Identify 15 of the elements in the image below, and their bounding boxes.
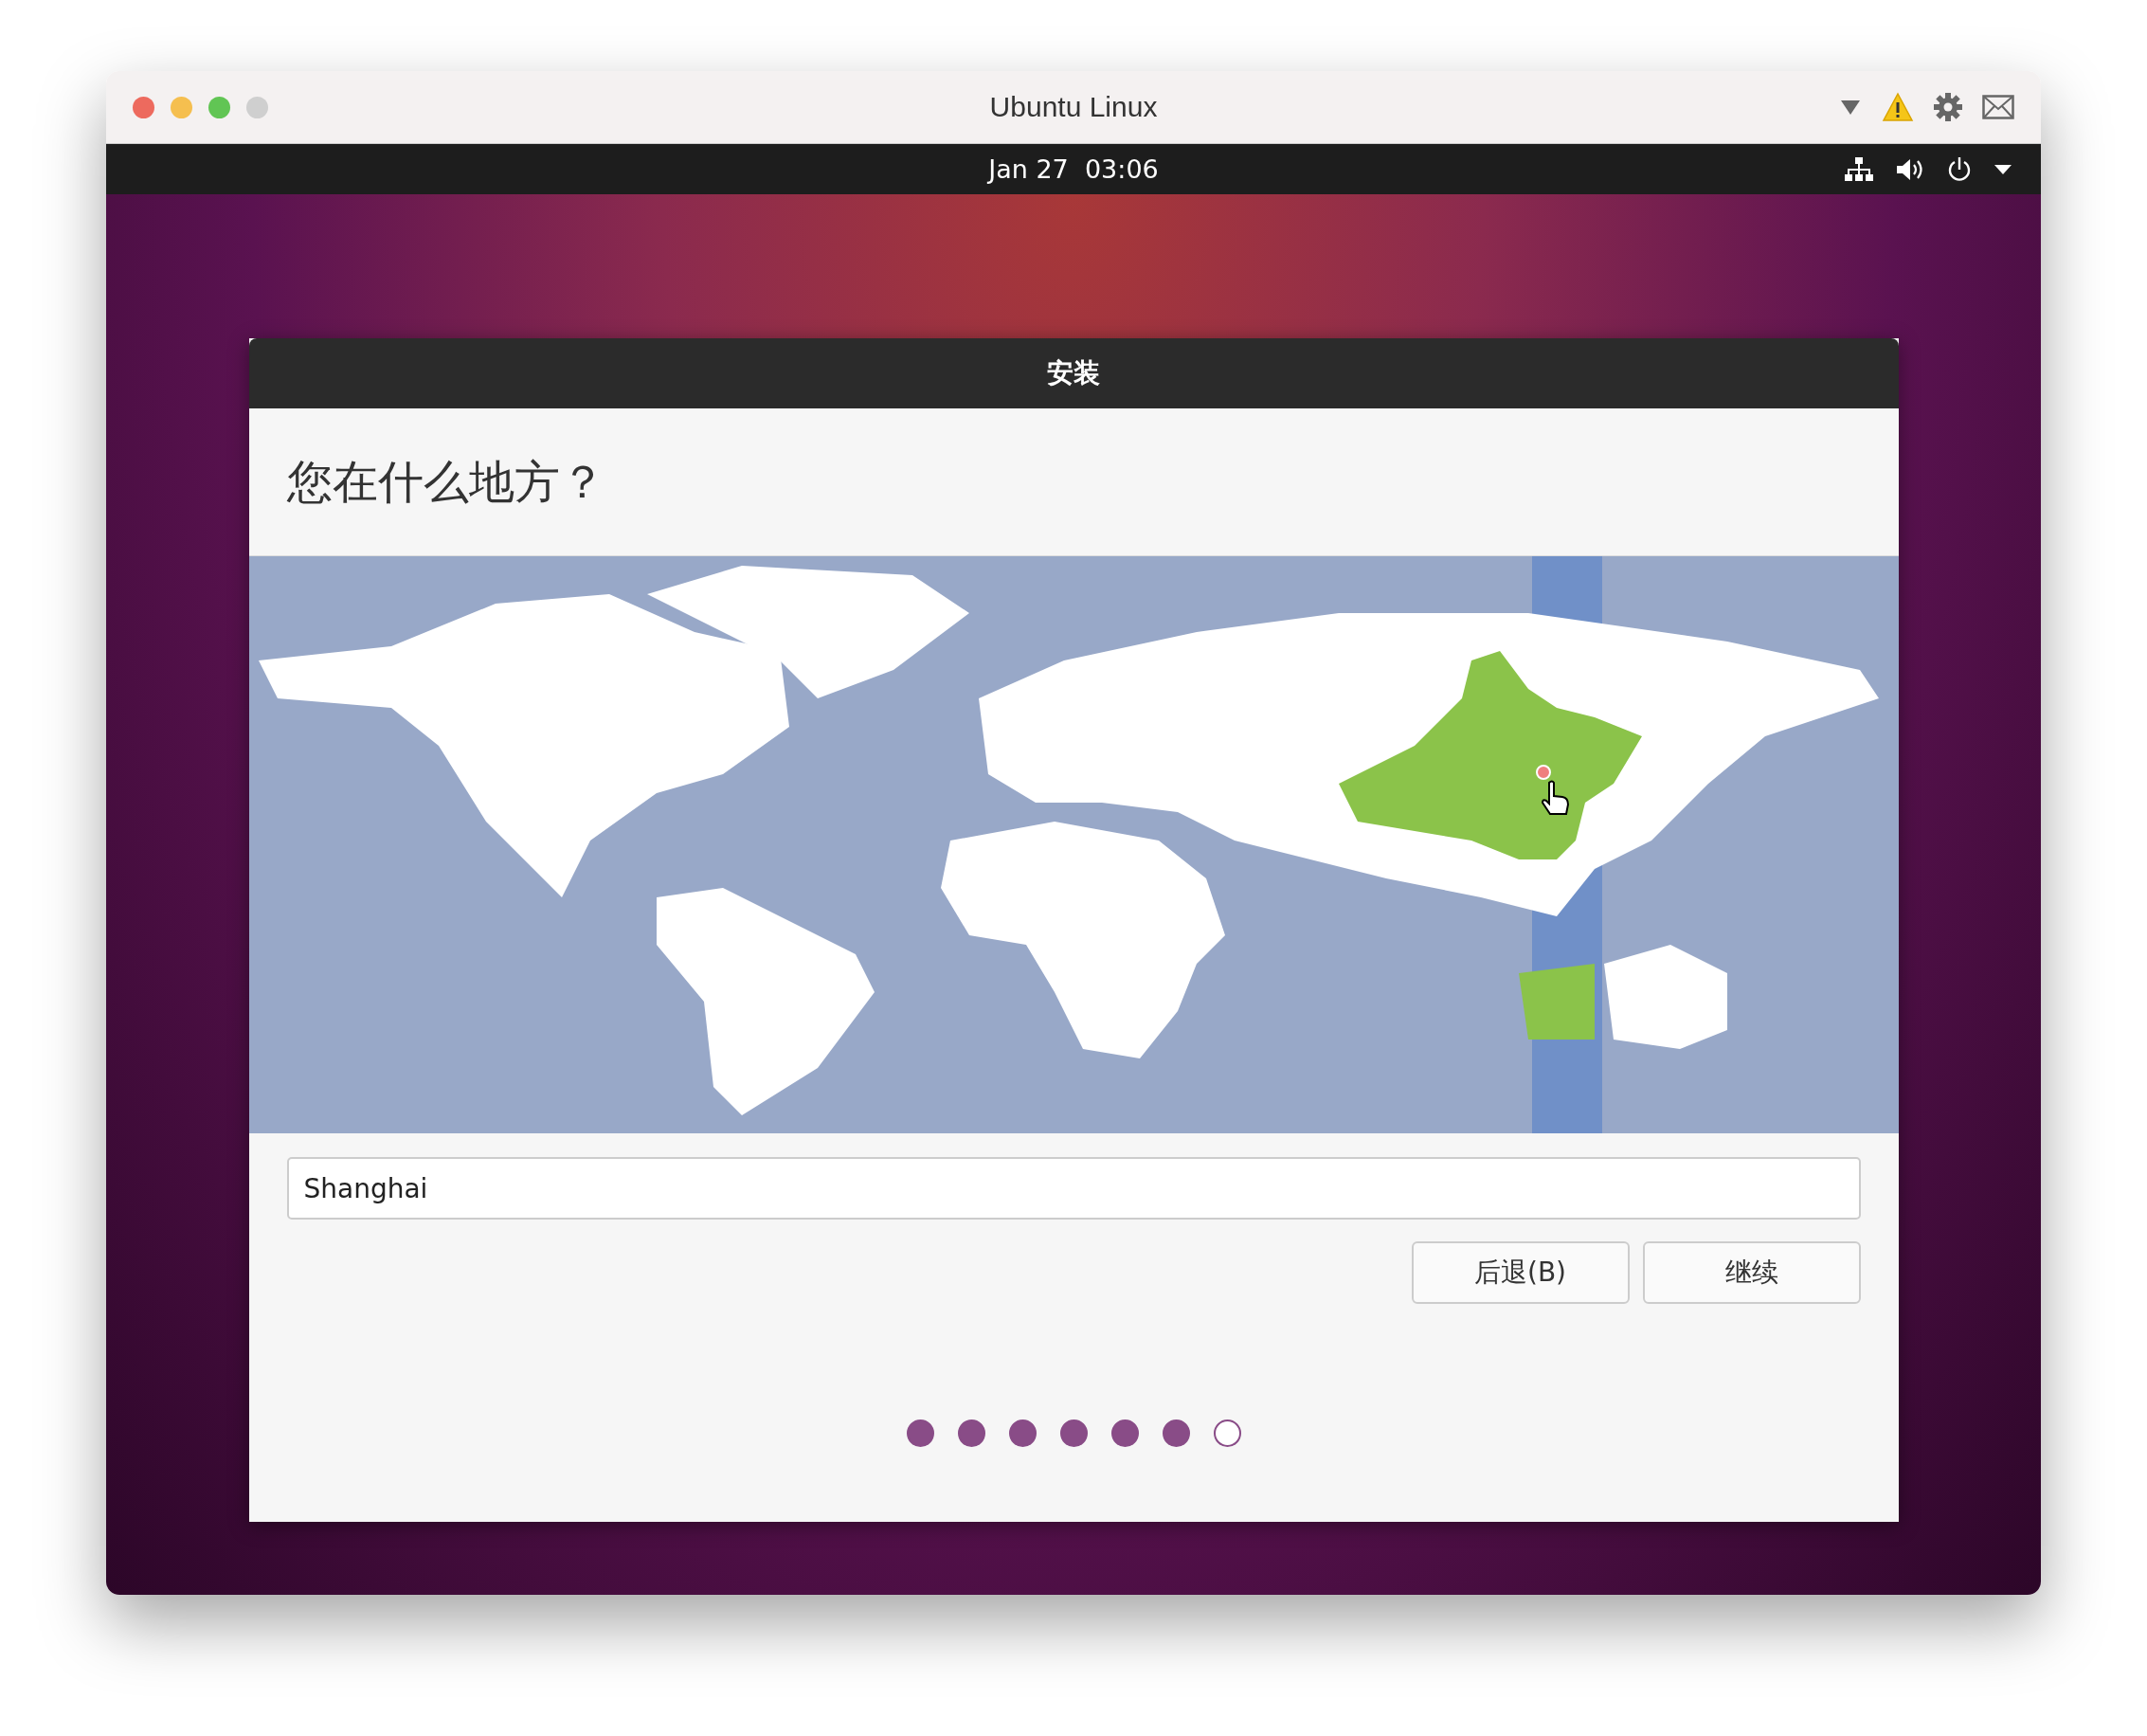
power-icon[interactable] [1946,155,1973,183]
dialog-title: 安装 [1047,356,1100,390]
page-heading: 您在什么地方？ [286,453,605,510]
mail-icon[interactable] [1982,95,2014,119]
window-title: Ubuntu Linux [989,91,1158,123]
close-button[interactable] [133,96,154,118]
location-field[interactable]: Shanghai [286,1157,1861,1220]
settings-icon[interactable] [1933,92,1963,122]
back-button[interactable]: 后退(B) [1411,1241,1630,1304]
continue-button[interactable]: 继续 [1642,1241,1861,1304]
warning-icon[interactable] [1882,92,1914,122]
network-icon[interactable] [1844,155,1874,183]
hand-cursor-icon [1539,780,1572,818]
clock[interactable]: Jan 27 03:06 [988,154,1159,184]
caret-icon[interactable] [1994,162,2012,176]
